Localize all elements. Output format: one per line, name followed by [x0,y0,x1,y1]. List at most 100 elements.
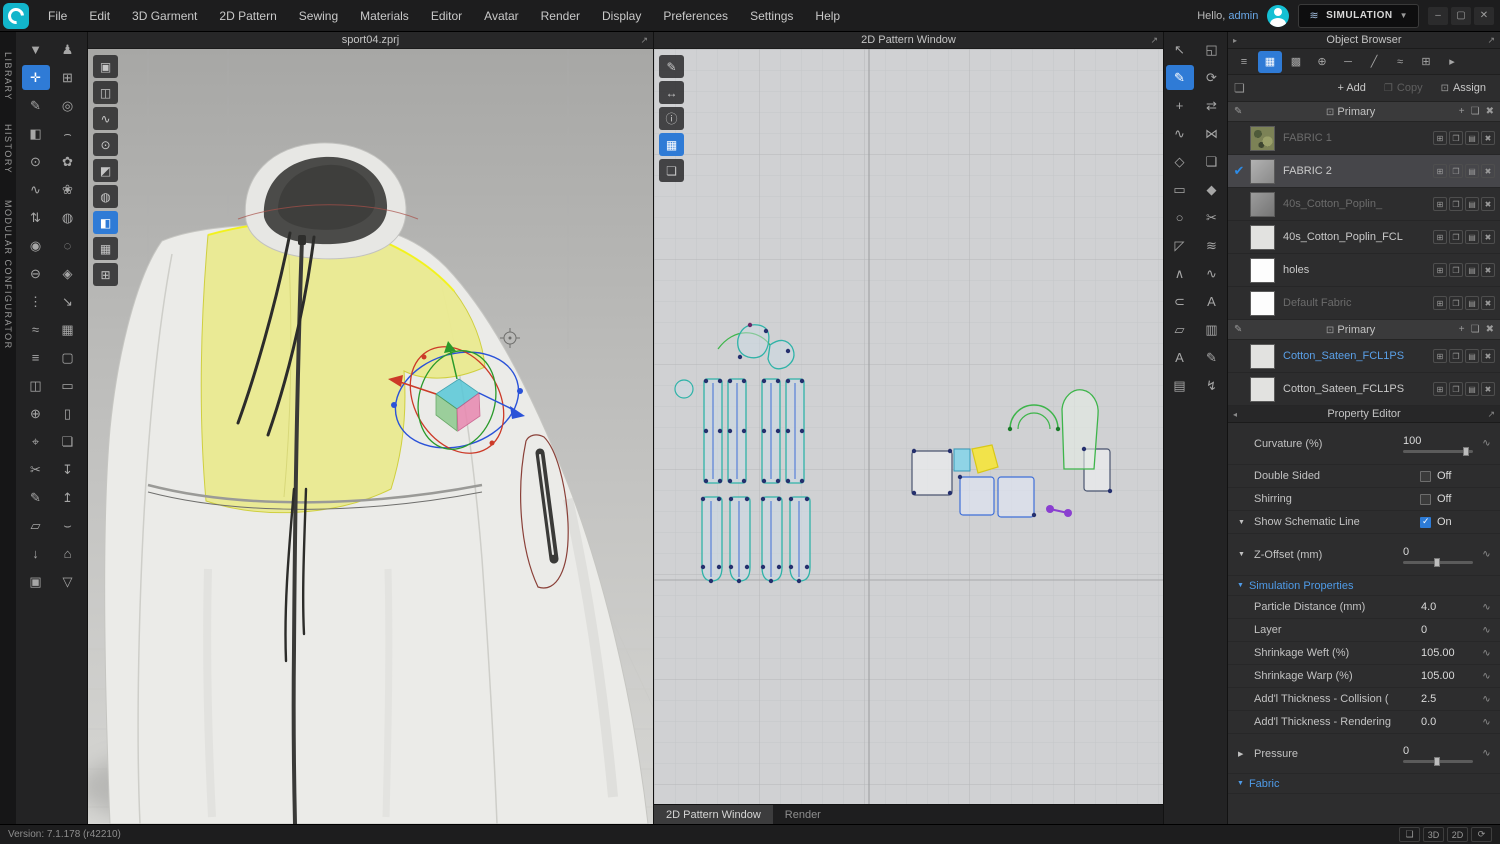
curve-edit-icon[interactable]: ∿ [1166,121,1194,146]
show-pins-icon[interactable]: ⊙ [93,133,118,156]
row-copy-icon[interactable]: ❐ [1449,131,1463,145]
menu-editor[interactable]: Editor [420,0,473,32]
row-add-icon[interactable]: ⊞ [1433,296,1447,310]
close-icon[interactable]: ✕ [1474,6,1494,25]
fabric-item-selected[interactable]: ✔ FABRIC 2 ⊞ ❐ ▤ ✖ [1228,155,1500,188]
chevron-down-icon[interactable]: ▼ [1238,519,1245,526]
schematic-line-checkbox[interactable] [1420,516,1431,528]
row-delete-icon[interactable]: ✖ [1481,382,1495,396]
row-delete-icon[interactable]: ✖ [1481,263,1495,277]
row-delete-icon[interactable]: ✖ [1481,349,1495,363]
flower-pose-b-icon[interactable]: ❀ [54,177,82,202]
curve-graph-icon[interactable]: ∿ [1479,748,1494,759]
show-strain-icon[interactable]: ◩ [93,159,118,182]
fabric-swatch[interactable] [1250,343,1275,369]
layer-value[interactable]: 0 [1421,624,1479,636]
dock-tab-modular-configurator[interactable]: MODULAR CONFIGURATOR [3,200,13,350]
row-delete-icon[interactable]: ✖ [1481,230,1495,244]
row-add-icon[interactable]: ⊞ [1433,349,1447,363]
row-copy-icon[interactable]: ❐ [1449,197,1463,211]
layers-icon[interactable]: ❏ [54,429,82,454]
pin-icon[interactable]: ⊙ [22,149,50,174]
import-icon[interactable]: ↥ [54,485,82,510]
z-offset-slider[interactable] [1403,557,1473,567]
fabric-item[interactable]: 40s_Cotton_Poplin_FCL ⊞ ❐ ▤ ✖ [1228,221,1500,254]
menu-edit[interactable]: Edit [78,0,121,32]
resize-icon[interactable]: ↘ [54,289,82,314]
3d-viewport-canvas[interactable] [88,49,653,824]
puckering-icon[interactable]: ≈ [22,317,50,342]
pressure-value[interactable]: 0 [1403,745,1479,757]
refresh-icon[interactable]: ⟳ [1471,827,1492,842]
cut-sew-icon[interactable]: ✂ [1198,205,1226,230]
fabric-section-header[interactable]: ✎ ⊡ Primary + ❏ ✖ [1228,102,1500,122]
row-info-icon[interactable]: ▤ [1465,197,1479,211]
collapse-arrow-icon[interactable]: ▸ [1233,36,1237,45]
snapshot-2d-button[interactable]: 2D [1447,827,1468,842]
texture-view-icon[interactable]: ◧ [93,211,118,234]
dock-tab-history[interactable]: HISTORY [3,124,13,174]
row-info-icon[interactable]: ▤ [1465,131,1479,145]
row-info-icon[interactable]: ▤ [1465,296,1479,310]
shirt-icon[interactable]: ▽ [54,569,82,594]
tape-icon[interactable]: ⌢ [54,121,82,146]
more-tab-icon[interactable]: ▸ [1440,51,1464,73]
2d-pattern-canvas[interactable] [654,49,1163,804]
particle-distance-value[interactable]: 4.0 [1421,601,1479,613]
fabric-section[interactable]: ▼ Fabric [1228,774,1500,794]
pattern-tab-icon[interactable]: ▩ [1284,51,1308,73]
seam-allowance-icon[interactable]: ⊂ [1166,289,1194,314]
avatar-tool-icon[interactable]: ♟ [54,37,82,62]
show-garment-icon[interactable]: ▣ [93,55,118,78]
menu-display[interactable]: Display [591,0,652,32]
add-point-icon[interactable]: + [1166,93,1194,118]
maximize-icon[interactable]: ▢ [1451,6,1471,25]
expand-panel-icon[interactable]: ↗ [640,35,648,46]
curve-graph-icon[interactable]: ∿ [1479,717,1494,728]
select-move-icon[interactable]: ✛ [21,65,50,90]
z-offset-value[interactable]: 0 [1403,546,1479,558]
sphere-icon[interactable]: ◍ [54,205,82,230]
topstitch-icon[interactable]: ⋮ [22,289,50,314]
fabric-item[interactable]: Default Fabric ⊞ ❐ ▤ ✖ [1228,287,1500,320]
folder-icon[interactable]: ❏ [1234,81,1245,95]
row-copy-icon[interactable]: ❐ [1449,164,1463,178]
row-delete-icon[interactable]: ✖ [1481,164,1495,178]
flower-pose-icon[interactable]: ✿ [54,149,82,174]
section-folder-icon[interactable]: ❏ [1471,324,1480,335]
app-logo-icon[interactable] [3,2,29,29]
text-tool-icon[interactable]: A [1166,345,1194,370]
tab-2d-pattern-window[interactable]: 2D Pattern Window [654,805,773,824]
info-icon[interactable]: ⓘ [659,107,684,130]
curve-graph-icon[interactable]: ∿ [1479,648,1494,659]
fabric-item[interactable]: Cotton_Sateen_FCL1PS ⊞ ❐ ▤ ✖ [1228,340,1500,373]
measure-icon[interactable]: ⌖ [22,429,50,454]
grid-view-icon[interactable]: ⊞ [93,263,118,286]
fabric-swatch[interactable] [1250,376,1275,402]
mirror-icon[interactable]: ⇄ [1198,93,1226,118]
edit-texture-icon[interactable]: ✎ [659,55,684,78]
flatten-icon[interactable]: ▱ [22,513,50,538]
section-add-icon[interactable]: + [1459,106,1465,117]
fit-icon[interactable]: ◈ [54,261,82,286]
arrange-avatar-icon[interactable]: ⊞ [54,65,82,90]
row-info-icon[interactable]: ▤ [1465,263,1479,277]
annotate-icon[interactable]: ✎ [1198,345,1226,370]
edit-icon[interactable]: ✎ [1234,106,1242,117]
expand-panel-icon[interactable]: ↗ [1150,35,1158,46]
fabric-item[interactable]: 40s_Cotton_Poplin_ ⊞ ❐ ▤ ✖ [1228,188,1500,221]
binding-icon[interactable]: ◫ [22,373,50,398]
menu-file[interactable]: File [37,0,78,32]
fabric-swatch[interactable] [1250,158,1275,184]
menu-3d-garment[interactable]: 3D Garment [121,0,208,32]
grading-icon[interactable]: ▤ [1166,373,1194,398]
fabric-item[interactable]: Cotton_Sateen_FCL1PS ⊞ ❐ ▤ ✖ [1228,373,1500,406]
sync-icon[interactable]: ⟳ [1198,65,1226,90]
menu-settings[interactable]: Settings [739,0,804,32]
notch-icon[interactable]: ∧ [1166,261,1194,286]
unfold-icon[interactable]: ⋈ [1198,121,1226,146]
transform-pattern-icon[interactable]: ↖ [1166,37,1194,62]
row-copy-icon[interactable]: ❐ [1449,263,1463,277]
zipper-icon[interactable]: ⇅ [22,205,50,230]
clone-layer-icon[interactable]: ❏ [1198,149,1226,174]
